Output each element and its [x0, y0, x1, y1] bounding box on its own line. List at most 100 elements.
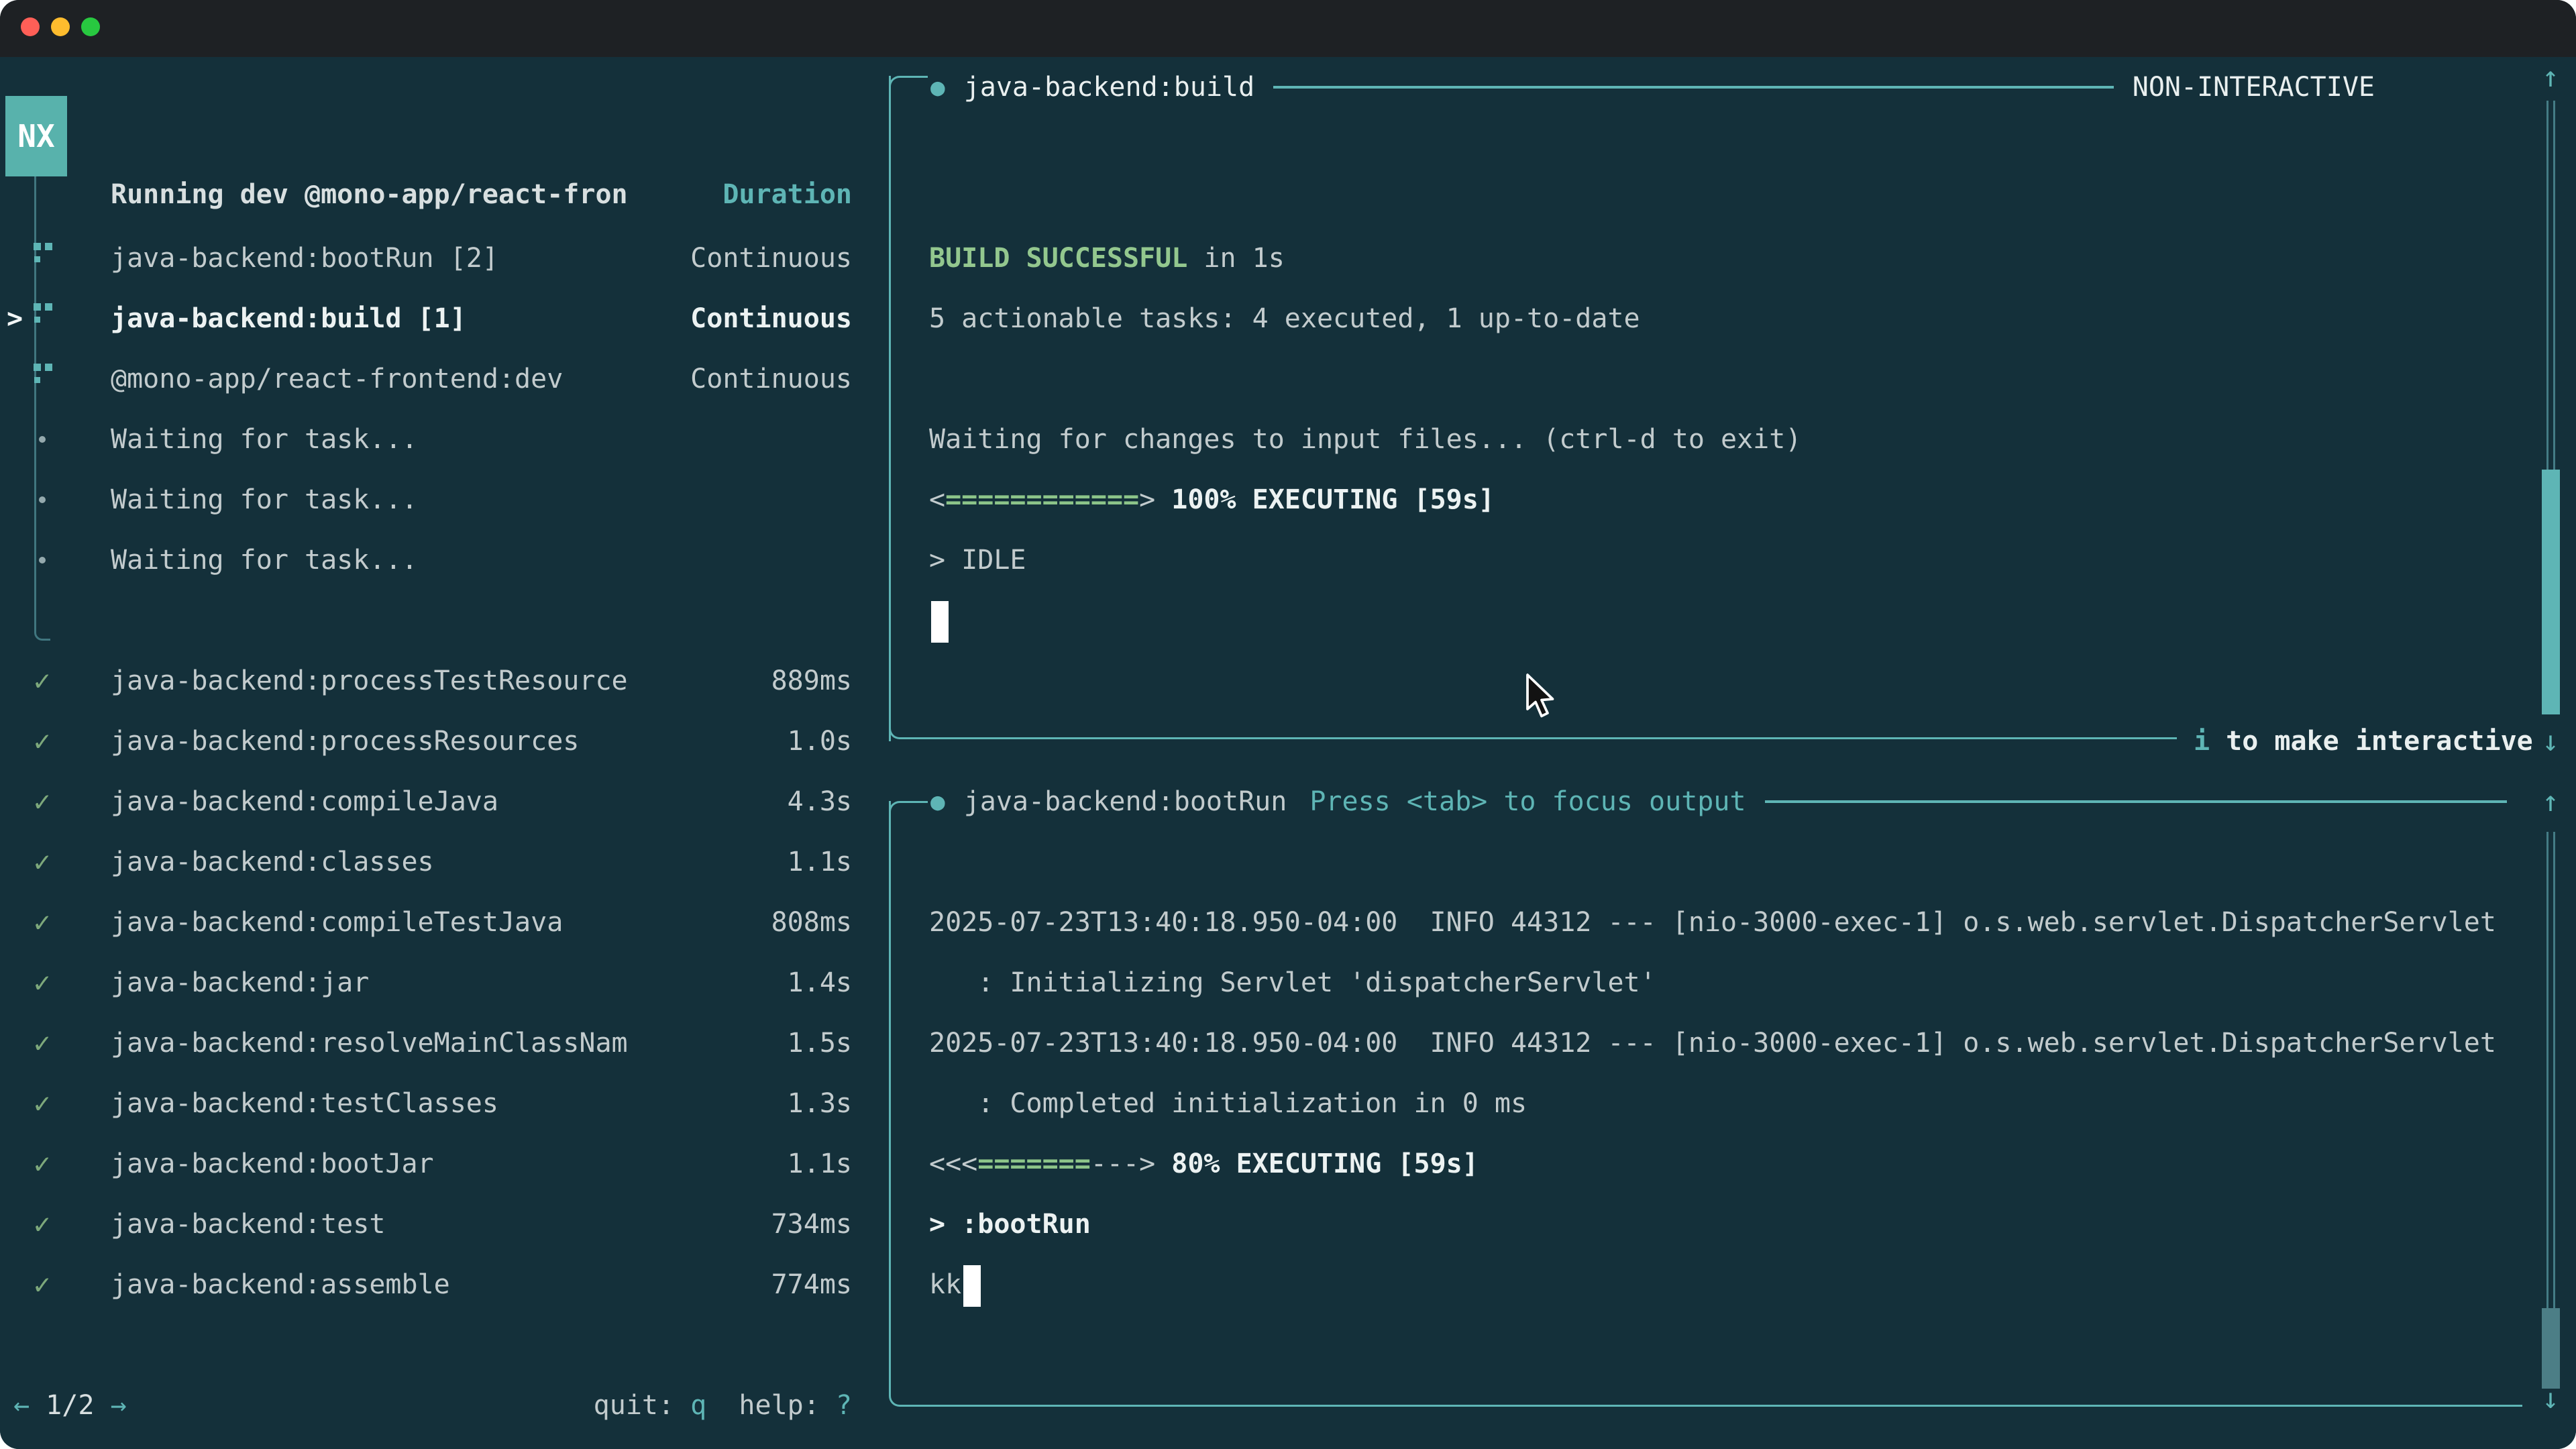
- next-page-arrow-icon[interactable]: →: [111, 1390, 127, 1421]
- task-row[interactable]: ✓java-backend:resolveMainClassNam1.5s: [0, 1013, 872, 1073]
- task-row[interactable]: ✓java-backend:compileTestJava808ms: [0, 892, 872, 953]
- task-label: java-backend:compileJava: [111, 771, 498, 832]
- prev-page-arrow-icon[interactable]: ←: [13, 1390, 30, 1421]
- bottom-pane-scroll-track[interactable]: [2546, 832, 2555, 1308]
- task-label: Waiting for task...: [111, 530, 418, 590]
- keyboard-hints: quit: q help: ?: [594, 1375, 852, 1436]
- task-row[interactable]: ✓java-backend:compileJava4.3s: [0, 771, 872, 832]
- task-label: java-backend:processTestResource: [111, 651, 628, 711]
- bottom-pane-header[interactable]: ● java-backend:bootRun Press <tab> to fo…: [889, 771, 2526, 832]
- task-duration: 1.1s: [788, 1134, 852, 1194]
- task-duration: 889ms: [771, 651, 852, 711]
- task-label: Waiting for task...: [111, 409, 418, 470]
- task-label: java-backend:assemble: [111, 1254, 450, 1315]
- running-task-list: java-backend:bootRun [2]Continuous>java-…: [0, 228, 872, 590]
- top-pane-bottom-border: [889, 728, 2177, 739]
- non-interactive-badge: NON-INTERACTIVE: [2133, 72, 2375, 103]
- checkmark-icon: ✓: [34, 892, 50, 953]
- checkmark-icon: ✓: [34, 711, 50, 771]
- task-row[interactable]: ✓ java-backend:bootJar 1.1s: [0, 1134, 872, 1194]
- task-row[interactable]: java-backend:bootRun [2]Continuous: [0, 228, 872, 288]
- terminal-line: : Completed initialization in 0 ms: [929, 1073, 2522, 1134]
- terminal-line: [929, 168, 2522, 228]
- task-row[interactable]: ✓java-backend:jar1.4s: [0, 953, 872, 1013]
- terminal-line: kk: [929, 1254, 2522, 1315]
- window-titlebar: [0, 0, 2576, 57]
- spinner-icon: [34, 243, 54, 274]
- task-row[interactable]: @mono-app/react-frontend:devContinuous: [0, 349, 872, 409]
- quit-hint-label: quit:: [594, 1390, 674, 1421]
- text-cursor: [963, 1265, 981, 1307]
- task-label: java-backend:jar: [111, 953, 369, 1013]
- nx-tui-screen: NX Running dev @mono-app/react-fron Dura…: [0, 57, 2576, 1449]
- help-hint-label: help:: [706, 1390, 836, 1421]
- checkmark-icon: ✓: [34, 1013, 50, 1073]
- terminal-line: > IDLE: [929, 530, 2522, 590]
- top-pane-scroll-thumb[interactable]: [2542, 470, 2560, 714]
- checkmark-icon: ✓: [34, 1134, 50, 1194]
- task-row[interactable]: ✓java-backend:assemble774ms: [0, 1254, 872, 1315]
- task-label: java-backend:bootJar: [111, 1134, 434, 1194]
- terminal-line: 5 actionable tasks: 4 executed, 1 up-to-…: [929, 288, 2522, 349]
- interactive-hint: i to make interactive: [2194, 711, 2533, 771]
- task-duration: 1.1s: [788, 832, 852, 892]
- task-label: java-backend:processResources: [111, 711, 579, 771]
- terminal-line: BUILD SUCCESSFUL in 1s: [929, 228, 2522, 288]
- terminal-line: <<<=======---> 80% EXECUTING [59s]: [929, 1134, 2522, 1194]
- top-pane-output[interactable]: BUILD SUCCESSFUL in 1s5 actionable tasks…: [929, 107, 2522, 651]
- task-row[interactable]: ✓ java-backend:processResources 1.0s: [0, 711, 872, 771]
- task-status-bullet-icon: ●: [930, 788, 945, 816]
- help-key: ?: [836, 1390, 852, 1421]
- top-pane-scroll-up-icon[interactable]: ↑: [2530, 47, 2571, 107]
- task-status-bullet-icon: ●: [930, 74, 945, 101]
- top-pane-scroll-track[interactable]: [2546, 101, 2555, 470]
- nx-logo: NX: [5, 96, 67, 176]
- top-pane-header-rule: [1273, 86, 2114, 89]
- task-row[interactable]: Waiting for task...: [0, 470, 872, 530]
- checkmark-icon: ✓: [34, 1254, 50, 1315]
- task-label: java-backend:testClasses: [111, 1073, 498, 1134]
- bottom-pane-scroll-up-icon[interactable]: ↑: [2530, 771, 2571, 832]
- bottom-pane-header-rule: [1765, 800, 2507, 803]
- pending-dot-icon: [39, 557, 46, 564]
- task-list-footer: ← 1/2 → quit: q help: ?: [13, 1375, 852, 1436]
- task-duration: 1.0s: [788, 711, 852, 771]
- selected-task-marker: >: [7, 288, 23, 349]
- terminal-window: NX Running dev @mono-app/react-fron Dura…: [0, 0, 2576, 1449]
- task-label: Waiting for task...: [111, 470, 418, 530]
- top-pane-title: java-backend:build: [964, 72, 1254, 103]
- task-row[interactable]: ✓ java-backend:processTestResource 889ms: [0, 651, 872, 711]
- task-row[interactable]: Waiting for task...: [0, 530, 872, 590]
- terminal-line: <============> 100% EXECUTING [59s]: [929, 470, 2522, 530]
- close-window-button[interactable]: [21, 17, 40, 36]
- task-row[interactable]: Waiting for task...: [0, 409, 872, 470]
- checkmark-icon: ✓: [34, 771, 50, 832]
- task-label: java-backend:bootRun [2]: [111, 228, 498, 288]
- task-duration: 734ms: [771, 1194, 852, 1254]
- bottom-pane-scroll-down-icon[interactable]: ↓: [2530, 1368, 2571, 1429]
- task-label: java-backend:compileTestJava: [111, 892, 563, 953]
- task-row[interactable]: ✓java-backend:test734ms: [0, 1194, 872, 1254]
- task-row[interactable]: >java-backend:build [1]Continuous: [0, 288, 872, 349]
- task-row[interactable]: ✓java-backend:testClasses1.3s: [0, 1073, 872, 1134]
- checkmark-icon: ✓: [34, 1194, 50, 1254]
- terminal-line: 2025-07-23T13:40:18.950-04:00 INFO 44312…: [929, 892, 2522, 953]
- terminal-line: 2025-07-23T13:40:18.950-04:00 INFO 44312…: [929, 1013, 2522, 1073]
- quit-key: q: [674, 1390, 706, 1421]
- task-label: java-backend:resolveMainClassNam: [111, 1013, 628, 1073]
- top-pane-left-border: [889, 76, 891, 741]
- top-pane-scroll-down-icon[interactable]: ↓: [2530, 711, 2571, 771]
- pagination: ← 1/2 →: [13, 1375, 127, 1436]
- terminal-line: : Initializing Servlet 'dispatcherServle…: [929, 953, 2522, 1013]
- minimize-window-button[interactable]: [51, 17, 70, 36]
- checkmark-icon: ✓: [34, 651, 50, 711]
- task-row[interactable]: ✓java-backend:classes1.1s: [0, 832, 872, 892]
- task-list-panel: NX Running dev @mono-app/react-fron Dura…: [0, 57, 872, 1449]
- bottom-pane-output[interactable]: 2025-07-23T13:40:18.950-04:00 INFO 44312…: [929, 832, 2522, 1315]
- task-label: java-backend:classes: [111, 832, 434, 892]
- page-indicator: 1/2: [30, 1390, 110, 1421]
- zoom-window-button[interactable]: [81, 17, 100, 36]
- focus-output-hint: Press <tab> to focus output: [1309, 786, 1746, 817]
- task-list-title: Running dev @mono-app/react-fron: [111, 164, 628, 225]
- pending-dot-icon: [39, 496, 46, 503]
